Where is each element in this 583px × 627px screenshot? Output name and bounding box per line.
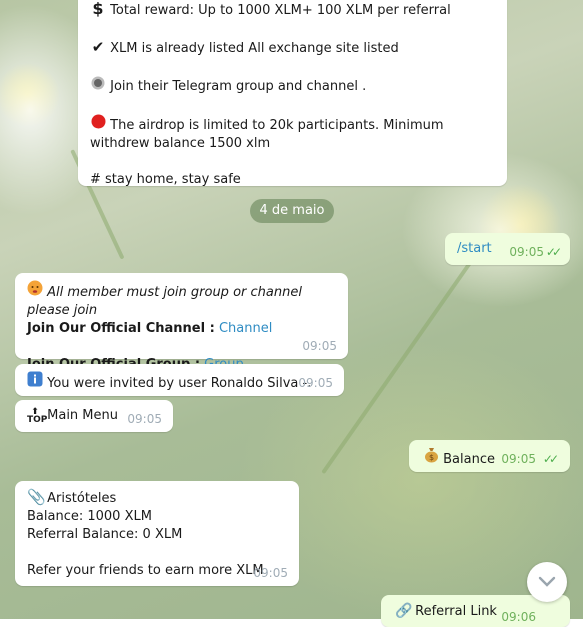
message-invite: You were invited by user Ronaldo Silva -… (15, 364, 344, 396)
read-checkmarks-icon: ✓✓ (545, 245, 562, 259)
message-text: Balance (443, 452, 495, 467)
message-balance: $ Balance 09:05 ✓✓ (409, 440, 570, 472)
message-time: 09:05 (302, 339, 337, 353)
red-circle-icon (90, 114, 106, 135)
message-airdrop-info: $ Total reward: Up to 1000 XLM+ 100 XLM … (78, 0, 507, 187)
account-name: Aristóteles (47, 491, 117, 506)
date-separator: 4 de maio (250, 199, 334, 223)
message-text: XLM is already listed All exchange site … (110, 41, 399, 56)
start-command-link[interactable]: /start (457, 241, 492, 256)
message-account: 📎 Aristóteles Balance: 1000 XLM Referral… (15, 481, 299, 586)
channel-link[interactable]: Channel (219, 321, 272, 336)
message-text: Join their Telegram group and channel . (110, 79, 367, 94)
message-text: Total reward: Up to 1000 XLM+ 100 XLM pe… (110, 3, 451, 18)
message-text: Main Menu (47, 408, 118, 423)
link-icon: 🔗 (395, 603, 413, 619)
message-time: 09:05 (298, 376, 333, 390)
info-icon (27, 371, 43, 393)
message-time: 09:05 (253, 566, 288, 580)
account-referral-balance: Referral Balance: 0 XLM (27, 527, 183, 542)
message-text: You were invited by user Ronaldo Silva -… (47, 376, 312, 391)
message-text: # stay home, stay safe (90, 172, 241, 187)
radio-button-icon (90, 76, 106, 96)
message-join: All member must join group or channel pl… (15, 273, 348, 372)
chevron-down-icon (538, 576, 556, 587)
checkmark-icon: ✔ (91, 38, 105, 56)
dollar-icon: $ (92, 0, 104, 18)
message-time: 09:05 (127, 412, 162, 426)
message-main-menu: ⬆ TOP Main Menu 09:05 (15, 400, 173, 432)
message-start: /start 09:05 ✓✓ (445, 233, 570, 265)
money-bag-icon: $ (423, 447, 439, 469)
message-time: 09:06 (501, 610, 536, 624)
hot-face-emoji-icon (27, 280, 43, 302)
message-text: All member must join group or channel pl… (27, 285, 302, 318)
message-text: The airdrop is limited to 20k participan… (90, 118, 444, 151)
scroll-to-bottom-button[interactable] (527, 562, 567, 602)
message-time: 09:05 (509, 245, 544, 259)
account-balance: Balance: 1000 XLM (27, 509, 152, 524)
message-text: Refer your friends to earn more XLM (27, 563, 264, 578)
read-checkmarks-icon: ✓✓ (542, 452, 559, 466)
message-time: 09:05 (501, 452, 536, 466)
channel-label: Join Our Official Channel : (27, 321, 215, 336)
svg-text:$: $ (428, 453, 433, 462)
top-arrow-icon: ⬆ TOP (27, 406, 48, 425)
paperclip-icon: 📎 (27, 488, 46, 506)
message-text: Referral Link (415, 604, 497, 619)
